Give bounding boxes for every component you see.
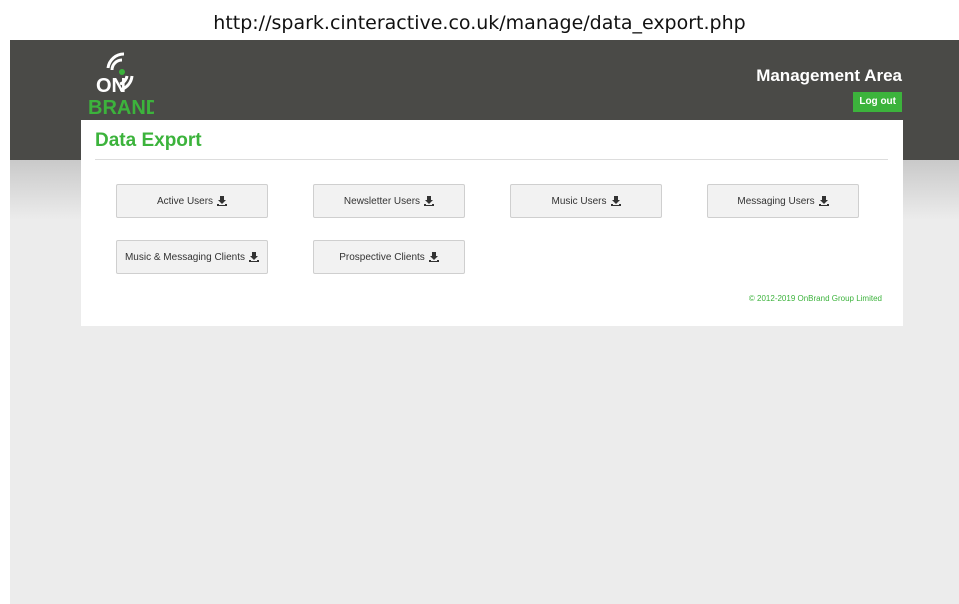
active-users-export-button[interactable]: Active Users xyxy=(116,184,268,218)
button-label: Music Users xyxy=(551,195,607,207)
button-label: Newsletter Users xyxy=(343,195,421,207)
page-title: Data Export xyxy=(95,130,202,151)
button-label: Active Users xyxy=(156,195,214,207)
logout-button[interactable]: Log out xyxy=(853,92,902,112)
download-icon xyxy=(818,196,829,206)
browser-viewport: ON BRAND Management Area Log out Data Ex… xyxy=(10,40,959,604)
newsletter-users-export-button[interactable]: Newsletter Users xyxy=(313,184,465,218)
onbrand-logo[interactable]: ON BRAND xyxy=(84,48,154,118)
title-divider xyxy=(95,159,888,160)
download-icon xyxy=(610,196,621,206)
download-icon xyxy=(249,252,260,262)
music-messaging-clients-export-button[interactable]: Music & Messaging Clients xyxy=(116,240,268,274)
button-label: Messaging Users xyxy=(737,195,815,207)
button-label: Music & Messaging Clients xyxy=(124,251,246,263)
download-icon xyxy=(428,252,439,262)
logo-text-brand: BRAND xyxy=(88,97,154,118)
logo-text-on: ON xyxy=(96,75,126,97)
music-users-export-button[interactable]: Music Users xyxy=(510,184,662,218)
prospective-clients-export-button[interactable]: Prospective Clients xyxy=(313,240,465,274)
copyright-text: © 2012-2019 OnBrand Group Limited xyxy=(748,294,882,303)
url-caption: http://spark.cinteractive.co.uk/manage/d… xyxy=(213,12,746,34)
download-icon xyxy=(424,196,435,206)
management-area-title: Management Area xyxy=(756,66,902,85)
download-icon xyxy=(217,196,228,206)
content-panel: Data Export Active Users Newsletter User… xyxy=(81,120,903,326)
button-label: Prospective Clients xyxy=(339,251,425,263)
messaging-users-export-button[interactable]: Messaging Users xyxy=(707,184,859,218)
